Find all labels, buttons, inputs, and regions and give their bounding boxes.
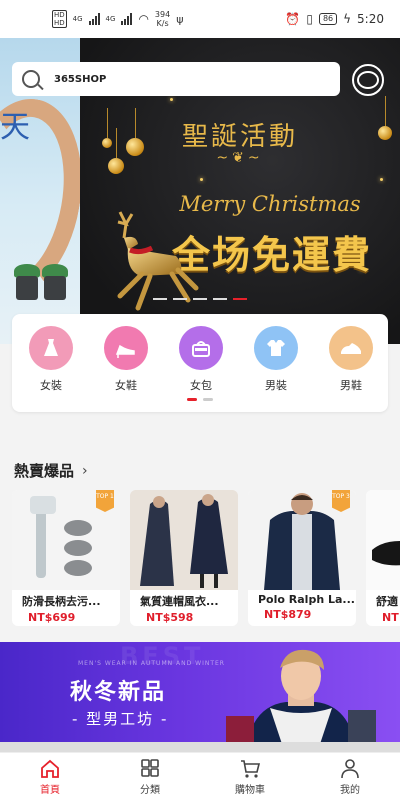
content-peek [0,742,400,752]
nav-label: 分類 [140,785,160,796]
category-label: 女鞋 [115,379,137,392]
product-image: TOP 3 [248,490,356,590]
signal-icon-2 [121,13,133,25]
category-item[interactable]: 女裝 [26,326,76,393]
banner-title: 聖誕活動 [181,122,298,152]
nav-label: 首頁 [40,785,60,796]
product-image [366,490,400,590]
carousel-dot[interactable] [193,298,207,300]
search-icon [22,70,40,88]
carousel-dot[interactable] [173,298,187,300]
promo-english-caption: MEN'S WEAR IN AUTUMN AND WINTER [78,660,225,667]
net-speed: 394 K/s [154,10,171,28]
user-icon [341,759,359,779]
hd-indicator: HD HD [52,10,67,28]
category-label: 女包 [190,379,212,392]
category-label: 男裝 [265,379,287,392]
nav-label: 購物車 [235,785,265,796]
nav-user[interactable]: 我的 [300,753,400,800]
hot-section-header[interactable]: 熱賣爆品 › [14,460,88,481]
promo-title: 秋冬新品 [70,680,167,705]
side-slide-glyph: 天 [0,110,30,145]
product-card[interactable]: 氣質連帽風衣... NT$598 [130,490,238,626]
category-label: 男鞋 [340,379,362,392]
search-input[interactable] [54,73,314,85]
category-label: 女裝 [40,379,62,392]
heel-shoe-icon [104,326,148,370]
product-card[interactable]: TOP 3 Polo Ralph La... NT$879 [248,490,356,626]
flourish-icon: ~❦~ [216,150,264,166]
clock: 5:20 [357,12,384,26]
model-image [226,649,376,750]
category-item[interactable]: 女包 [176,326,226,393]
product-card[interactable]: 舒適 NT [366,490,400,626]
cart-icon [241,760,261,778]
nav-label: 我的 [340,785,360,796]
status-bar: HD HD 4G 4G ◠ 394 K/s ψ ⏰ ▯ 86 ϟ 5:20 [0,0,400,38]
bottom-navigation: 首頁 分類 購物車 我的 [0,752,400,800]
product-price: NT [382,611,399,624]
grid-icon [141,759,159,777]
product-card[interactable]: TOP 1 防滑長柄去污... NT$699 [12,490,120,626]
category-item[interactable]: 男裝 [251,326,301,393]
product-name: 防滑長柄去污... [22,595,101,608]
nav-grid[interactable]: 分類 [100,753,200,800]
carousel-dot[interactable] [213,298,227,300]
product-price: NT$598 [146,611,194,624]
hot-products-list: TOP 1 防滑長柄去污... NT$699 氣質連帽風衣... NT$598 [12,490,400,630]
hot-section-title: 熱賣爆品 [14,462,75,480]
home-icon [41,759,59,778]
category-item[interactable]: 男鞋 [326,326,376,393]
category-page-indicator [12,398,388,401]
promo-subtitle: - 型男工坊 - [72,710,169,728]
dress-icon [29,326,73,370]
top-badge: TOP 3 [332,490,350,512]
vibrate-icon: ▯ [306,12,313,26]
search-bar[interactable] [12,62,340,96]
mens-shoe-icon [329,326,373,370]
network-type-2: 4G [105,15,116,23]
product-image [130,490,238,590]
carousel-indicator [0,298,400,300]
product-name: 舒適 [376,595,398,608]
category-item[interactable]: 女鞋 [101,326,151,393]
product-name: 氣質連帽風衣... [140,595,219,608]
mens-promo-banner[interactable]: BEST MEN'S WEAR IN AUTUMN AND WINTER 秋冬新… [0,642,400,750]
nav-cart[interactable]: 購物車 [200,753,300,800]
product-price: NT$699 [28,611,76,624]
signal-icon [88,13,100,25]
carousel-dot[interactable] [153,298,167,300]
product-price: NT$879 [264,608,312,621]
shirt-icon [254,326,298,370]
usb-icon: ψ [176,12,184,26]
category-card: 女裝 女鞋 女包 男裝 男鞋 [12,314,388,412]
nav-home[interactable]: 首頁 [0,753,100,800]
product-name: Polo Ralph La... [258,593,355,606]
handbag-icon [179,326,223,370]
customer-service-icon[interactable] [352,64,384,96]
charging-icon: ϟ [343,12,352,26]
network-type-1: 4G [72,15,83,23]
alarm-icon: ⏰ [285,12,301,26]
battery-icon: 86 [318,13,338,25]
chevron-right-icon: › [82,462,88,479]
product-image: TOP 1 [12,490,120,590]
top-badge: TOP 1 [96,490,114,512]
wifi-icon: ◠ [138,12,149,26]
carousel-dot[interactable] [233,298,247,300]
